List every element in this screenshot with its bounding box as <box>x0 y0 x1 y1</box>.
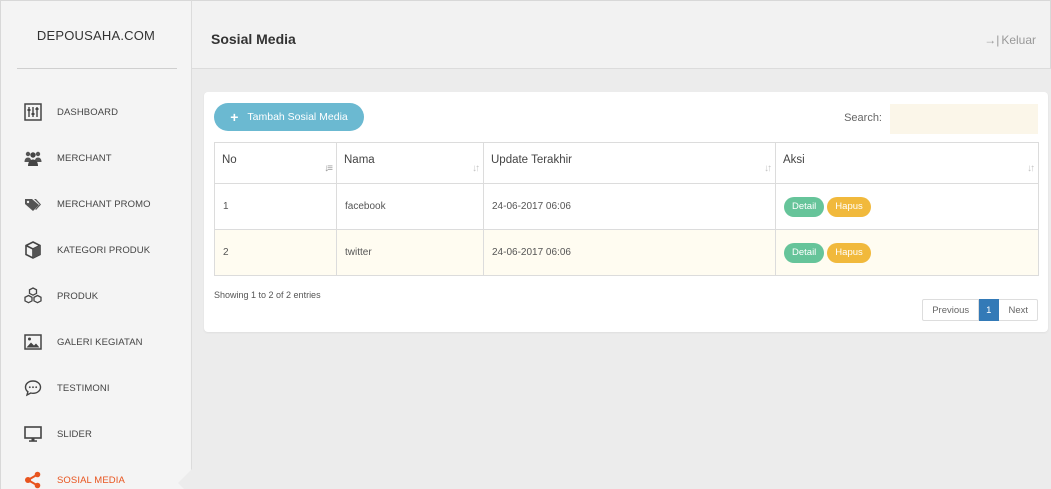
delete-button[interactable]: Hapus <box>827 196 871 217</box>
sidebar-item-kategori-produk[interactable]: KATEGORI PRODUK <box>1 227 191 273</box>
cell-update: 24-06-2017 06:06 <box>483 183 776 230</box>
column-header-no[interactable]: No ↓≡ <box>214 142 337 184</box>
sort-asc-icon: ↓≡ <box>324 163 333 174</box>
page-header: Sosial Media →| Keluar <box>192 0 1051 69</box>
content-card: + Tambah Sosial Media Search: No ↓≡ Nama ↓… <box>204 92 1048 332</box>
table-info: Showing 1 to 2 of 2 entries <box>214 290 321 300</box>
comment-icon <box>23 378 43 398</box>
table-row: 1 facebook 24-06-2017 06:06 Detail Hapus <box>214 183 1039 230</box>
pagination-next[interactable]: Next <box>999 299 1038 321</box>
sidebar-item-label: DASHBOARD <box>57 106 119 118</box>
logout-button[interactable]: →| Keluar <box>984 33 1036 47</box>
sort-icon: ↓↑ <box>764 163 772 174</box>
cell-nama: facebook <box>336 183 484 230</box>
sort-icon: ↓↑ <box>472 163 480 174</box>
sidebar-nav: DASHBOARD MERCHANT MERCHANT PROMO KATEGO… <box>1 89 192 489</box>
column-header-aksi[interactable]: Aksi ↓↑ <box>775 142 1039 184</box>
users-icon <box>23 148 43 168</box>
detail-button[interactable]: Detail <box>784 242 825 263</box>
detail-button[interactable]: Detail <box>784 196 825 217</box>
page-title: Sosial Media <box>211 31 296 47</box>
table-header-row: No ↓≡ Nama ↓↑ Update Terakhir ↓↑ Aksi ↓↑ <box>214 142 1039 184</box>
sidebar-item-label: SOSIAL MEDIA <box>57 474 125 486</box>
sidebar-item-merchant-promo[interactable]: MERCHANT PROMO <box>1 181 191 227</box>
column-header-update[interactable]: Update Terakhir ↓↑ <box>483 142 776 184</box>
logout-label: Keluar <box>1001 33 1036 47</box>
pagination-page-1[interactable]: 1 <box>979 299 1000 321</box>
search-input[interactable] <box>890 104 1038 134</box>
active-indicator <box>178 469 192 489</box>
dashboard-icon <box>23 102 43 122</box>
image-icon <box>23 332 43 352</box>
pagination-previous[interactable]: Previous <box>922 299 980 321</box>
pagination: Previous 1 Next <box>922 299 1038 321</box>
monitor-icon <box>23 424 43 444</box>
brand-divider <box>17 68 177 69</box>
share-icon <box>23 470 43 489</box>
cell-nama: twitter <box>336 229 484 276</box>
add-social-media-button[interactable]: + Tambah Sosial Media <box>214 103 364 131</box>
sidebar-item-slider[interactable]: SLIDER <box>1 411 191 457</box>
delete-button[interactable]: Hapus <box>827 242 871 263</box>
logout-icon: →| <box>984 33 1000 47</box>
column-header-nama[interactable]: Nama ↓↑ <box>336 142 484 184</box>
sidebar-item-label: GALERI KEGIATAN <box>57 336 143 348</box>
sidebar-item-testimoni[interactable]: TESTIMONI <box>1 365 191 411</box>
cell-aksi: Detail Hapus <box>775 229 1039 276</box>
data-table: No ↓≡ Nama ↓↑ Update Terakhir ↓↑ Aksi ↓↑ 1 f… <box>214 142 1039 276</box>
sidebar-item-label: SLIDER <box>57 428 92 440</box>
sidebar-item-sosial-media[interactable]: SOSIAL MEDIA <box>1 457 192 489</box>
cell-aksi: Detail Hapus <box>775 183 1039 230</box>
sidebar-item-label: KATEGORI PRODUK <box>57 244 151 256</box>
cube-icon <box>23 240 43 260</box>
sidebar-item-label: MERCHANT PROMO <box>57 198 151 210</box>
sidebar-item-merchant[interactable]: MERCHANT <box>1 135 191 181</box>
plus-icon: + <box>230 109 239 125</box>
cell-update: 24-06-2017 06:06 <box>483 229 776 276</box>
search-label: Search: <box>844 112 882 124</box>
sidebar-item-label: MERCHANT <box>57 152 112 164</box>
sidebar-item-label: TESTIMONI <box>57 382 110 394</box>
sidebar-item-dashboard[interactable]: DASHBOARD <box>1 89 191 135</box>
sidebar-item-galeri-kegiatan[interactable]: GALERI KEGIATAN <box>1 319 191 365</box>
sort-icon: ↓↑ <box>1027 163 1035 174</box>
add-button-label: Tambah Sosial Media <box>247 111 348 123</box>
brand-logo[interactable]: DEPOUSAHA.COM <box>1 1 191 69</box>
cell-no: 2 <box>214 229 337 276</box>
cubes-icon <box>23 286 43 306</box>
sidebar: DEPOUSAHA.COM DASHBOARD MERCHANT MERCHAN… <box>0 0 192 489</box>
sidebar-item-produk[interactable]: PRODUK <box>1 273 191 319</box>
tags-icon <box>23 194 43 214</box>
sidebar-item-label: PRODUK <box>57 290 99 302</box>
table-row: 2 twitter 24-06-2017 06:06 Detail Hapus <box>214 229 1039 276</box>
cell-no: 1 <box>214 183 337 230</box>
